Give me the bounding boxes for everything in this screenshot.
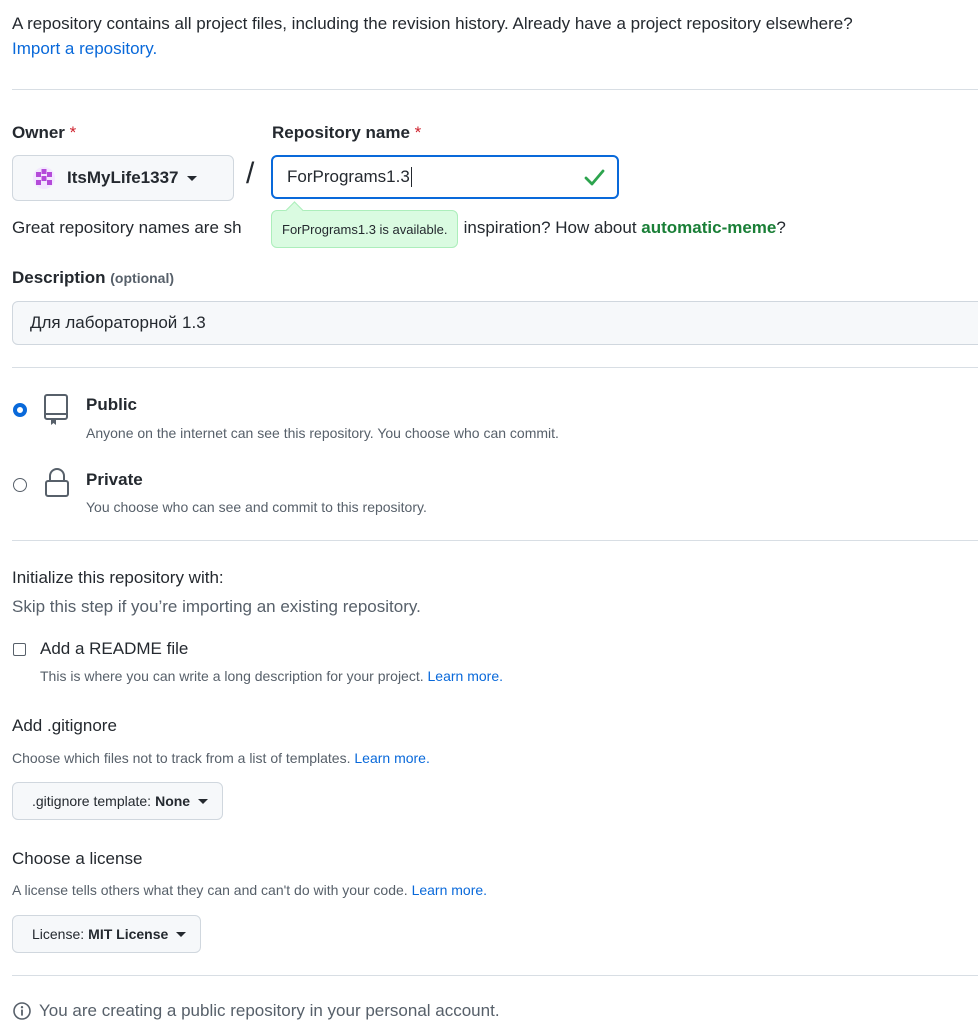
public-repo-notice: You are creating a public repository in … bbox=[12, 1001, 500, 1021]
divider bbox=[12, 975, 978, 976]
required-mark: * bbox=[69, 123, 77, 142]
avatar bbox=[33, 167, 55, 189]
identicon-icon bbox=[33, 167, 55, 189]
private-radio[interactable] bbox=[13, 478, 27, 492]
caret-down-icon bbox=[176, 931, 187, 937]
license-title: Choose a license bbox=[12, 849, 143, 868]
license-select[interactable]: License: MIT License bbox=[12, 915, 202, 953]
readme-description-text: This is where you can write a long descr… bbox=[40, 668, 424, 684]
optional-hint: (optional) bbox=[110, 270, 175, 286]
helper-prefix: Great repository names are sh bbox=[12, 218, 242, 237]
private-subtitle: You choose who can see and commit to thi… bbox=[86, 499, 427, 515]
repo-name-input[interactable]: ForPrograms1.3 bbox=[271, 155, 619, 199]
private-title[interactable]: Private bbox=[86, 470, 143, 490]
divider bbox=[12, 367, 978, 368]
gitignore-description-text: Choose which files not to track from a l… bbox=[12, 750, 351, 766]
gitignore-learn-more-link[interactable]: Learn more. bbox=[354, 750, 429, 766]
lock-icon bbox=[45, 468, 69, 497]
repo-name-label: Repository name * bbox=[272, 123, 421, 143]
owner-dropdown[interactable]: ItsMyLife1337 bbox=[12, 155, 234, 201]
repo-name-value: ForPrograms1.3 bbox=[287, 167, 410, 186]
gitignore-select-value: None bbox=[155, 793, 191, 809]
owner-repo-separator: / bbox=[246, 157, 255, 190]
required-mark: * bbox=[414, 123, 422, 142]
description-input[interactable]: Для лабораторной 1.3 bbox=[12, 301, 978, 345]
owner-value: ItsMyLife1337 bbox=[67, 168, 179, 187]
gitignore-description: Choose which files not to track from a l… bbox=[12, 750, 430, 766]
license-learn-more-link[interactable]: Learn more. bbox=[412, 882, 487, 898]
initialize-title: Initialize this repository with: bbox=[12, 568, 224, 587]
license-select-prefix: License: bbox=[32, 926, 85, 942]
description-value: Для лабораторной 1.3 bbox=[30, 313, 206, 332]
intro-text: A repository contains all project files,… bbox=[12, 14, 853, 33]
readme-description: This is where you can write a long descr… bbox=[40, 668, 503, 684]
check-icon bbox=[584, 169, 605, 186]
notice-text: You are creating a public repository in … bbox=[39, 1001, 500, 1020]
gitignore-select[interactable]: .gitignore template: None bbox=[12, 782, 224, 820]
readme-label[interactable]: Add a README file bbox=[40, 639, 188, 659]
description-label: Description (optional) bbox=[12, 268, 174, 288]
readme-checkbox[interactable] bbox=[13, 643, 26, 656]
owner-label: Owner * bbox=[12, 123, 76, 143]
license-description-text: A license tells others what they can and… bbox=[12, 882, 408, 898]
info-icon bbox=[13, 1002, 31, 1020]
description-label-text: Description bbox=[12, 268, 106, 287]
license-description: A license tells others what they can and… bbox=[12, 882, 487, 898]
repo-icon bbox=[44, 394, 68, 425]
name-suggestion-link[interactable]: automatic-meme bbox=[641, 218, 776, 237]
repo-name-label-text: Repository name bbox=[272, 123, 410, 142]
gitignore-title: Add .gitignore bbox=[12, 716, 117, 735]
license-select-value: MIT License bbox=[88, 926, 169, 942]
divider bbox=[12, 89, 978, 90]
divider bbox=[12, 540, 978, 541]
text-cursor bbox=[410, 167, 412, 187]
public-radio[interactable] bbox=[13, 403, 27, 417]
readme-learn-more-link[interactable]: Learn more. bbox=[428, 668, 503, 684]
caret-down-icon bbox=[186, 175, 197, 181]
public-subtitle: Anyone on the internet can see this repo… bbox=[86, 425, 559, 441]
import-repository-link[interactable]: Import a repository. bbox=[12, 39, 157, 59]
availability-tooltip-text: ForPrograms1.3 is available. bbox=[282, 221, 448, 237]
owner-label-text: Owner bbox=[12, 123, 65, 142]
availability-tooltip: ForPrograms1.3 is available. bbox=[271, 210, 459, 248]
gitignore-select-prefix: .gitignore template: bbox=[32, 793, 152, 809]
helper-middle: inspiration? How about bbox=[463, 218, 642, 237]
public-title[interactable]: Public bbox=[86, 395, 137, 415]
helper-suffix: ? bbox=[776, 218, 786, 237]
initialize-subtitle: Skip this step if you’re importing an ex… bbox=[12, 597, 421, 616]
caret-down-icon bbox=[198, 798, 209, 804]
